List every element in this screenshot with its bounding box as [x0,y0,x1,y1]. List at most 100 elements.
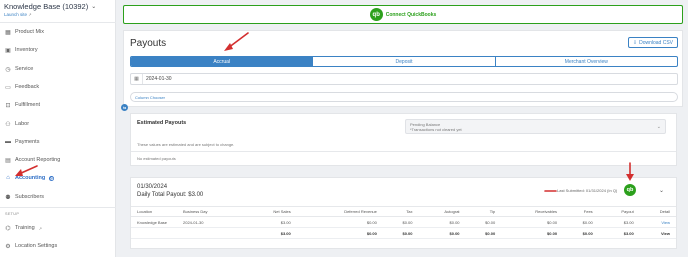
table-cell: $0.00 [418,227,466,239]
tab-accrual[interactable]: Accrual [131,57,314,66]
sidebar-item-labor[interactable]: ⚇ Labor [5,121,29,128]
table-cell [177,227,245,239]
daily-total-payout: Daily Total Payout: $3.00 [137,192,204,198]
sidebar-item-training[interactable]: ⌬ Training ↗ [5,225,43,232]
launch-site-link[interactable]: Launch site ↗ [4,12,32,17]
settings-icon: ⚙ [5,243,11,250]
calendar-icon[interactable]: ▦ [131,74,143,84]
view-link[interactable]: View [639,227,676,239]
sidebar-item-subscribers[interactable]: ⚉ Subscribers [5,194,44,201]
payout-tabs: Accrual Deposit Merchant Overview [130,56,678,67]
truck-icon: ⊡ [5,102,11,109]
column-header: Payout [598,206,640,217]
box-icon: ▣ [5,47,11,54]
table-cell: $3.00 [244,216,297,228]
table-row: Knowledge Base 2024-01-30 $3.00 $0.00 $0… [131,216,676,228]
table-cell: $0.00 [563,216,599,228]
card-icon: ▬ [5,139,11,145]
connect-quickbooks-label: Connect QuickBooks [385,11,437,18]
gear-icon: ⚙ [49,175,55,181]
bank-icon: ⌂ [6,175,10,181]
setup-section-label: SETUP [5,212,20,216]
estimate-disclaimer: These values are estimated and are subje… [137,142,235,147]
column-header: Tip [465,206,502,217]
table-cell: $0.00 [465,216,502,228]
location-title: Knowledge Base (10392) [4,2,89,11]
sidebar-item-product-mix[interactable]: ▦ Product Mix [5,29,44,36]
connect-quickbooks-button[interactable]: qb Connect QuickBooks [123,5,683,24]
pending-balance-dropdown[interactable]: Pending Balance *Transactions not cleare… [405,119,666,134]
divider [0,22,116,23]
sidebar-item-accounting[interactable]: ⌂ Accounting ⚙ [5,175,55,181]
chat-icon: ▭ [5,84,11,91]
users-icon: ⚉ [5,194,11,201]
chevron-down-icon: ⌄ [656,124,661,130]
table-cell: $0.00 [296,216,383,228]
daily-payout-card: 01/30/2024 Daily Total Payout: $3.00 Las… [130,177,677,249]
table-cell: $0.00 [296,227,383,239]
column-header: Business Day [177,206,245,217]
estimated-payouts-title: Estimated Payouts [137,120,187,126]
person-icon: ⚇ [5,121,11,128]
table-total-row: $3.00 $0.00 $0.00 $0.00 $0.00 $0.00 $0.0… [131,227,676,239]
column-header: Tax [382,206,419,217]
estimated-payouts-card: Estimated Payouts Pending Balance *Trans… [130,113,677,166]
graduation-icon: ⌬ [5,225,11,232]
table-cell [131,227,177,239]
table-cell: $3.00 [598,227,640,239]
external-link-icon: ↗ [38,225,43,231]
clock-icon: ◷ [5,66,11,73]
quickbooks-sync-icon[interactable]: qb [624,184,636,196]
tab-deposit[interactable]: Deposit [313,57,496,66]
table-cell: $0.00 [418,216,466,228]
last-submitted-text: Last Submitted: 01/31/2024 (In Q) [557,188,618,193]
grid-icon: ▦ [5,29,11,36]
external-link-icon: ↗ [28,12,32,17]
view-link[interactable]: View [639,216,676,228]
column-header: Fees [563,206,599,217]
sidebar-item-payments[interactable]: ▬ Payments [5,139,39,145]
sidebar-item-account-reporting[interactable]: ▤ Account Reporting [5,157,60,164]
column-header: Receivables [501,206,564,217]
sidebar-item-service[interactable]: ◷ Service [5,66,33,73]
payout-table: Location Business Day Net Sales Deferred… [131,206,676,239]
sidebar: Knowledge Base (10392) ⌄ Launch site ↗ ▦… [0,0,116,257]
payout-date: 01/30/2024 [137,184,168,190]
column-header: Detail [639,206,676,217]
table-cell: $3.00 [244,227,297,239]
table-cell: $0.00 [382,227,419,239]
quickbooks-logo-icon: qb [369,8,383,21]
chevron-down-icon[interactable]: ⌄ [659,187,664,194]
chevron-down-icon: ⌄ [91,4,97,10]
report-icon: ▤ [5,157,11,164]
page-title: Payouts [130,38,167,49]
column-header: Location [131,206,177,217]
column-header: Autograt [418,206,466,217]
divider [0,207,116,208]
table-cell: $0.00 [501,227,564,239]
no-estimated-payouts-text: No estimated payouts [131,151,676,165]
sidebar-item-fulfillment[interactable]: ⊡ Fulfillment [5,102,40,109]
download-csv-button[interactable]: ⇩ Download CSV [627,37,678,48]
column-header: Deferred Revenue [296,206,383,217]
location-selector[interactable]: Knowledge Base (10392) ⌄ [4,2,96,11]
payouts-card: Payouts ⇩ Download CSV Accrual Deposit M… [123,30,683,107]
table-cell: $0.00 [563,227,599,239]
sidebar-item-feedback[interactable]: ▭ Feedback [5,84,39,91]
pending-balance-subtitle: *Transactions not cleared yet [410,127,462,132]
table-cell: $0.00 [382,216,419,228]
sidebar-item-location-settings[interactable]: ⚙ Location Settings [5,243,57,250]
table-cell: Knowledge Base [131,216,177,228]
tab-merchant-overview[interactable]: Merchant Overview [496,57,677,66]
table-header-row: Location Business Day Net Sales Deferred… [131,206,676,217]
column-header: Net Sales [244,206,297,217]
table-cell: $0.00 [501,216,564,228]
date-picker-field[interactable]: ▦ 2024-01-30 [130,73,678,85]
download-icon: ⇩ [632,39,638,46]
table-cell: $3.00 [598,216,640,228]
sidebar-item-inventory[interactable]: ▣ Inventory [5,47,37,54]
collapse-sidebar-icon[interactable]: ⇆ [121,104,128,111]
table-cell: $0.00 [465,227,502,239]
column-chooser-button[interactable]: Column Chooser [130,92,678,102]
table-cell: 2024-01-30 [177,216,245,228]
